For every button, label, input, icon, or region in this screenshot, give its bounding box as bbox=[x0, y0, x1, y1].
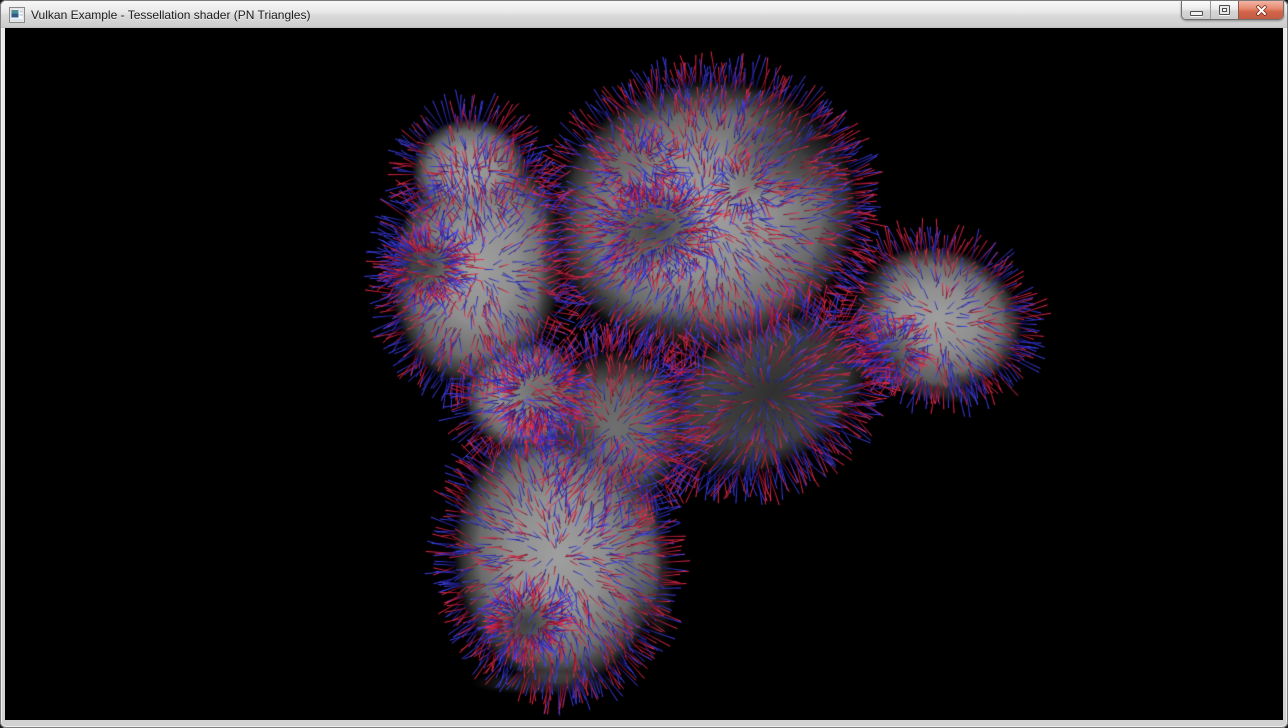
vulkan-render-canvas[interactable] bbox=[5, 28, 1283, 720]
app-window: Vulkan Example - Tessellation shader (PN… bbox=[0, 0, 1288, 728]
window-title: Vulkan Example - Tessellation shader (PN… bbox=[31, 8, 310, 22]
titlebar[interactable]: Vulkan Example - Tessellation shader (PN… bbox=[1, 1, 1287, 28]
close-button[interactable] bbox=[1238, 1, 1283, 19]
maximize-icon bbox=[1219, 5, 1230, 15]
app-icon bbox=[9, 7, 25, 23]
maximize-button[interactable] bbox=[1210, 1, 1238, 19]
window-controls bbox=[1181, 1, 1284, 20]
render-viewport[interactable] bbox=[5, 28, 1283, 720]
minimize-icon bbox=[1190, 11, 1203, 16]
close-icon bbox=[1255, 4, 1268, 17]
minimize-button[interactable] bbox=[1182, 1, 1210, 19]
